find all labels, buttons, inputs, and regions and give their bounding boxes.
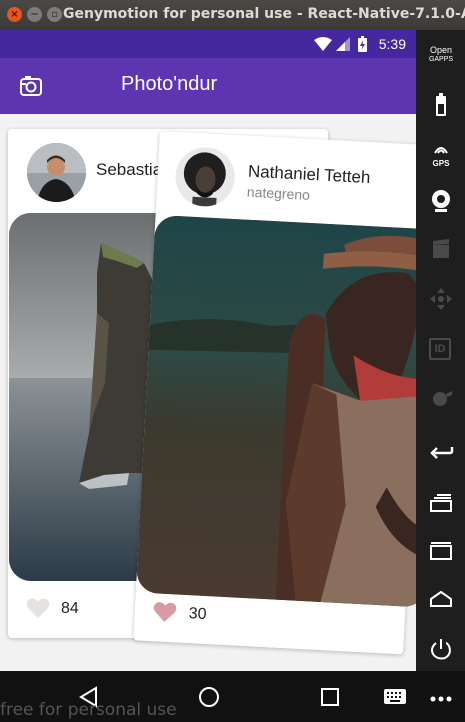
app-title: Photo'ndur [121,73,218,95]
cowboy-photo[interactable] [135,214,416,608]
avatar[interactable] [27,143,86,202]
genymotion-toolbar: Open GAPPS GPS ID [416,30,465,671]
device-id-button[interactable]: ID [429,338,451,360]
like-count: 30 [188,605,207,624]
opengapps-sublabel: GAPPS [428,56,454,63]
wifi-icon [314,37,332,51]
window-minimize-button[interactable]: − [27,7,42,22]
device-id-label: ID [434,343,446,355]
gps-label: GPS [432,159,450,168]
battery-charging-icon [358,36,367,52]
heart-icon[interactable] [152,600,177,623]
card-stack: Sebastia 84 Nathaniel Tetteh nategreno 3… [0,114,416,671]
card-author-name: Sebastia [96,160,163,179]
window-close-button[interactable]: × [7,7,22,22]
home-icon[interactable] [428,586,454,612]
heart-icon[interactable] [26,597,50,619]
recent-apps-icon[interactable] [428,490,454,516]
battery-icon[interactable] [428,92,454,118]
camera-icon[interactable] [20,76,42,96]
avatar[interactable] [174,145,237,208]
opengapps-button[interactable]: Open GAPPS [424,46,458,64]
gps-button[interactable]: GPS [426,140,456,168]
dpad-icon[interactable] [428,286,454,312]
status-bar: 5:39 [0,30,416,58]
nav-recents-icon[interactable] [318,685,342,709]
android-screen: 5:39 Photo'ndur Sebastia 84 Nathaniel Te… [0,30,416,671]
back-icon[interactable] [428,440,454,466]
gps-icon [434,147,448,154]
menu-icon[interactable] [428,538,454,564]
webcam-icon[interactable] [428,188,454,214]
media-icon[interactable] [428,386,454,412]
app-bar: Photo'ndur [0,58,416,114]
opengapps-label: Open [429,45,453,55]
more-icon[interactable] [429,685,453,709]
video-capture-icon[interactable] [428,236,454,262]
watermark-text: free for personal use [0,700,177,720]
keyboard-icon[interactable] [383,685,407,709]
window-titlebar[interactable]: × − ▫ Genymotion for personal use - Reac… [0,0,465,30]
like-count: 84 [61,600,79,617]
photo-card-front[interactable]: Nathaniel Tetteh nategreno 30 [133,131,416,655]
power-icon[interactable] [428,636,454,662]
genymotion-window: × − ▫ Genymotion for personal use - Reac… [0,0,465,722]
status-time: 5:39 [378,36,406,52]
window-maximize-button[interactable]: ▫ [47,7,62,22]
card-author-username: nategreno [246,183,311,203]
nav-home-icon[interactable] [197,685,221,709]
window-title: Genymotion for personal use - React-Nati… [63,6,465,22]
cell-signal-icon [336,37,350,51]
